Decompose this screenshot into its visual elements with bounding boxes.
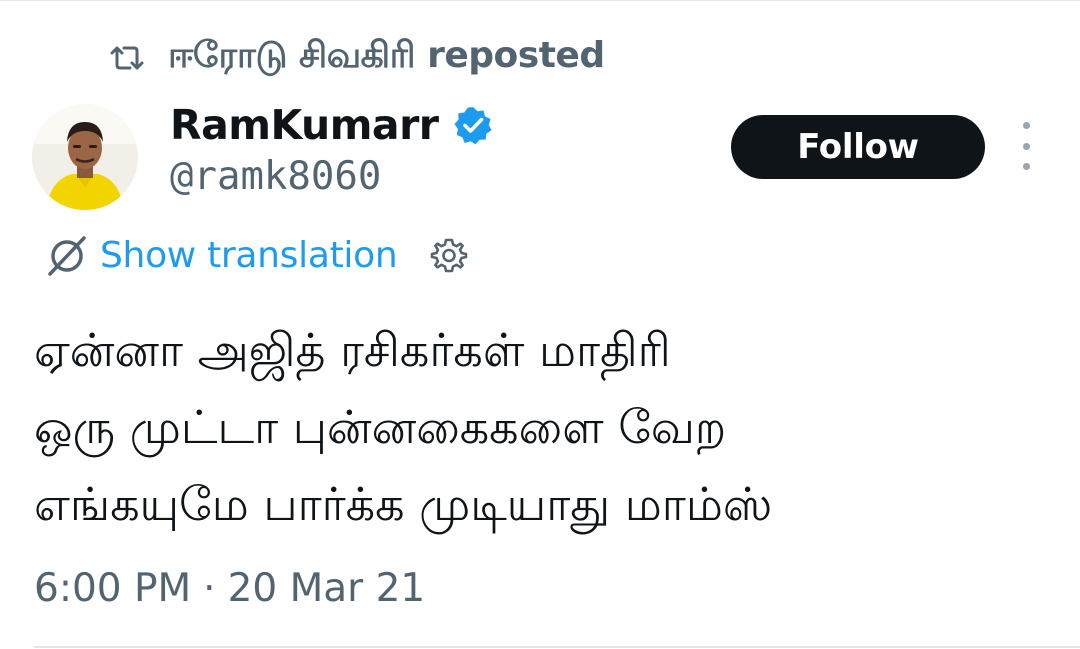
tweet-card: ஈரோடு சிவகிரி reposted RamKumarr @ramk80… <box>0 0 1080 649</box>
more-dot <box>1022 122 1030 129</box>
gear-icon[interactable] <box>429 235 469 275</box>
repost-text[interactable]: ஈரோடு சிவகிரி reposted <box>168 35 605 81</box>
tweet-date[interactable]: 20 Mar 21 <box>228 566 426 611</box>
more-vertical-icon[interactable] <box>1012 122 1040 170</box>
repost-icon <box>110 44 144 72</box>
translation-row: Show translation <box>44 228 469 282</box>
tweet-line: ஏன்னா அஜித் ரசிகர்கள் மாதிரி <box>34 323 671 377</box>
author-display-name[interactable]: RamKumarr <box>170 101 439 149</box>
more-dot <box>1022 163 1030 170</box>
translate-icon <box>44 232 90 278</box>
verified-badge-icon[interactable] <box>453 105 493 145</box>
tweet-line: எங்கயுமே பார்க்க முடியாது மாம்ஸ் <box>34 477 773 531</box>
author-name-row[interactable]: RamKumarr <box>170 96 493 154</box>
tweet-line: ஒரு முட்டா புன்னகைகளை வேற <box>34 400 727 454</box>
follow-button[interactable]: Follow <box>731 115 985 179</box>
author-handle[interactable]: @ramk8060 <box>170 154 381 199</box>
tweet-text: ஏன்னா அஜித் ரசிகர்கள் மாதிரி ஒரு முட்டா … <box>34 312 1034 543</box>
more-dot <box>1022 142 1030 150</box>
repost-indicator[interactable]: ஈரோடு சிவகிரி reposted <box>110 30 605 86</box>
show-translation-link[interactable]: Show translation <box>100 235 398 276</box>
meta-separator: · <box>203 565 216 611</box>
divider <box>34 646 1080 648</box>
avatar[interactable] <box>32 104 138 210</box>
divider <box>0 0 1080 1</box>
tweet-time[interactable]: 6:00 PM <box>34 566 191 611</box>
tweet-timestamp[interactable]: 6:00 PM · 20 Mar 21 <box>34 560 425 616</box>
